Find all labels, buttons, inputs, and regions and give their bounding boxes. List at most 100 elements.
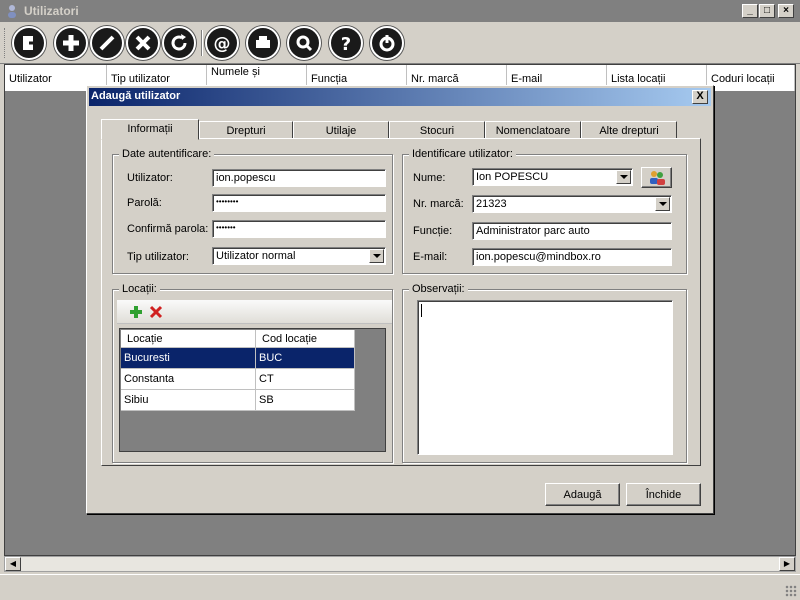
- people-icon: [649, 171, 665, 185]
- user-input[interactable]: ion.popescu: [212, 169, 386, 187]
- print-button[interactable]: [246, 26, 280, 60]
- refresh-button[interactable]: [162, 26, 196, 60]
- function-label: Funcție:: [413, 225, 453, 237]
- email-icon: @: [214, 34, 231, 54]
- search-icon: [296, 35, 313, 52]
- chevron-down-icon[interactable]: [616, 170, 631, 184]
- locations-table[interactable]: Locație Cod locație Bucuresti BUC Consta…: [119, 328, 386, 452]
- horizontal-scrollbar[interactable]: ◀ ▶: [4, 556, 796, 572]
- column-header[interactable]: Cod locație: [256, 330, 355, 348]
- table-row[interactable]: Constanta CT: [121, 369, 355, 390]
- remove-location-icon[interactable]: [149, 305, 163, 319]
- help-button[interactable]: ?: [329, 26, 363, 60]
- delete-button[interactable]: [126, 26, 160, 60]
- tab-utilaje[interactable]: Utilaje: [293, 121, 389, 139]
- svg-text:@: @: [214, 34, 231, 54]
- notes-textarea[interactable]: [417, 300, 673, 455]
- dialog-title: Adaugă utilizator: [91, 90, 181, 102]
- marca-select[interactable]: 21323: [472, 195, 672, 213]
- user-type-label: Tip utilizator:: [127, 251, 189, 263]
- location-name-cell: Sibiu: [121, 390, 256, 411]
- confirm-password-input[interactable]: •••••••: [212, 220, 386, 238]
- svg-text:?: ?: [341, 34, 351, 55]
- notes-legend: Observații:: [409, 283, 468, 295]
- close-window-button[interactable]: ×: [778, 4, 794, 18]
- title-bar: Utilizatori _ □ ×: [0, 0, 800, 22]
- location-code-cell: CT: [256, 369, 355, 390]
- text-caret: [421, 304, 422, 317]
- location-code-cell: SB: [256, 390, 355, 411]
- user-type-value: Utilizator normal: [216, 250, 296, 262]
- tab-drepturi[interactable]: Drepturi: [199, 121, 293, 139]
- location-code-cell: BUC: [256, 348, 355, 369]
- tab-informatii[interactable]: Informații: [101, 119, 199, 140]
- column-header[interactable]: Locație: [121, 330, 256, 348]
- dialog-title-bar: Adaugă utilizator X: [89, 88, 711, 106]
- marca-value: 21323: [476, 198, 507, 210]
- email-label: E-mail:: [413, 251, 448, 263]
- edit-icon: [99, 35, 115, 51]
- window-title: Utilizatori: [24, 4, 79, 18]
- locations-toolbar: [117, 300, 392, 324]
- power-icon: [379, 35, 395, 52]
- chevron-down-icon[interactable]: [655, 197, 670, 211]
- name-select[interactable]: Ion POPESCU: [472, 168, 633, 186]
- auth-legend: Date autentificare:: [119, 148, 215, 160]
- dialog-close-button[interactable]: X: [692, 90, 708, 104]
- exit-icon: [23, 36, 41, 50]
- marca-label: Nr. marcă:: [413, 198, 464, 210]
- print-icon: [256, 36, 270, 48]
- tab-alte-drepturi[interactable]: Alte drepturi: [581, 121, 677, 139]
- table-row[interactable]: Sibiu SB: [121, 390, 355, 411]
- user-type-select[interactable]: Utilizator normal: [212, 247, 386, 265]
- add-user-dialog: Adaugă utilizator X Informații Drepturi …: [86, 85, 714, 514]
- status-bar: [0, 574, 800, 600]
- help-icon: ?: [341, 34, 351, 55]
- exit-button[interactable]: [12, 26, 46, 60]
- email-button[interactable]: @: [205, 26, 239, 60]
- close-dialog-button[interactable]: Închide: [626, 483, 701, 506]
- resize-grip[interactable]: [785, 585, 797, 597]
- email-input[interactable]: ion.popescu@mindbox.ro: [472, 248, 672, 266]
- table-row[interactable]: Bucuresti BUC: [121, 348, 355, 369]
- password-label: Parolă:: [127, 197, 162, 209]
- users-icon: [8, 5, 16, 18]
- add-button-dialog[interactable]: Adaugă: [545, 483, 620, 506]
- name-value: Ion POPESCU: [476, 171, 549, 183]
- location-name-cell: Bucuresti: [121, 348, 256, 369]
- locations-group: Locații: Locație Cod locație Bucuresti B…: [112, 283, 393, 463]
- toolbar-separator: [201, 30, 203, 56]
- column-header[interactable]: Coduri locații: [707, 65, 795, 91]
- locations-legend: Locații:: [119, 283, 160, 295]
- user-label: Utilizator:: [127, 172, 173, 184]
- power-button[interactable]: [370, 26, 404, 60]
- scroll-right-button[interactable]: ▶: [779, 557, 795, 571]
- notes-group: Observații:: [402, 283, 687, 463]
- search-button[interactable]: [287, 26, 321, 60]
- password-input[interactable]: ••••••••: [212, 194, 386, 212]
- location-name-cell: Constanta: [121, 369, 256, 390]
- minimize-button[interactable]: _: [742, 4, 758, 18]
- tab-panel-informatii: Date autentificare: Utilizator: ion.pope…: [101, 138, 701, 466]
- chevron-down-icon[interactable]: [369, 249, 384, 263]
- locations-table-header: Locație Cod locație: [121, 330, 355, 348]
- identification-group: Identificare utilizator: Nume: Ion POPES…: [402, 148, 687, 274]
- pick-employee-button[interactable]: [641, 167, 672, 188]
- tab-stocuri[interactable]: Stocuri: [389, 121, 485, 139]
- edit-button[interactable]: [90, 26, 124, 60]
- identification-legend: Identificare utilizator:: [409, 148, 516, 160]
- auth-group: Date autentificare: Utilizator: ion.pope…: [112, 148, 393, 274]
- refresh-icon: [171, 34, 187, 51]
- maximize-button[interactable]: □: [759, 4, 775, 18]
- toolbar: @ ?: [0, 22, 800, 64]
- function-input[interactable]: Administrator parc auto: [472, 222, 672, 240]
- confirm-password-label: Confirmă parola:: [127, 223, 209, 235]
- tab-nomenclatoare[interactable]: Nomenclatoare: [485, 121, 581, 139]
- add-location-icon[interactable]: [129, 305, 143, 319]
- delete-icon: [135, 35, 151, 51]
- scroll-left-button[interactable]: ◀: [5, 557, 21, 571]
- name-label: Nume:: [413, 172, 446, 184]
- add-icon: [63, 35, 79, 51]
- add-button[interactable]: [54, 26, 88, 60]
- toolbar-grip[interactable]: [4, 28, 7, 58]
